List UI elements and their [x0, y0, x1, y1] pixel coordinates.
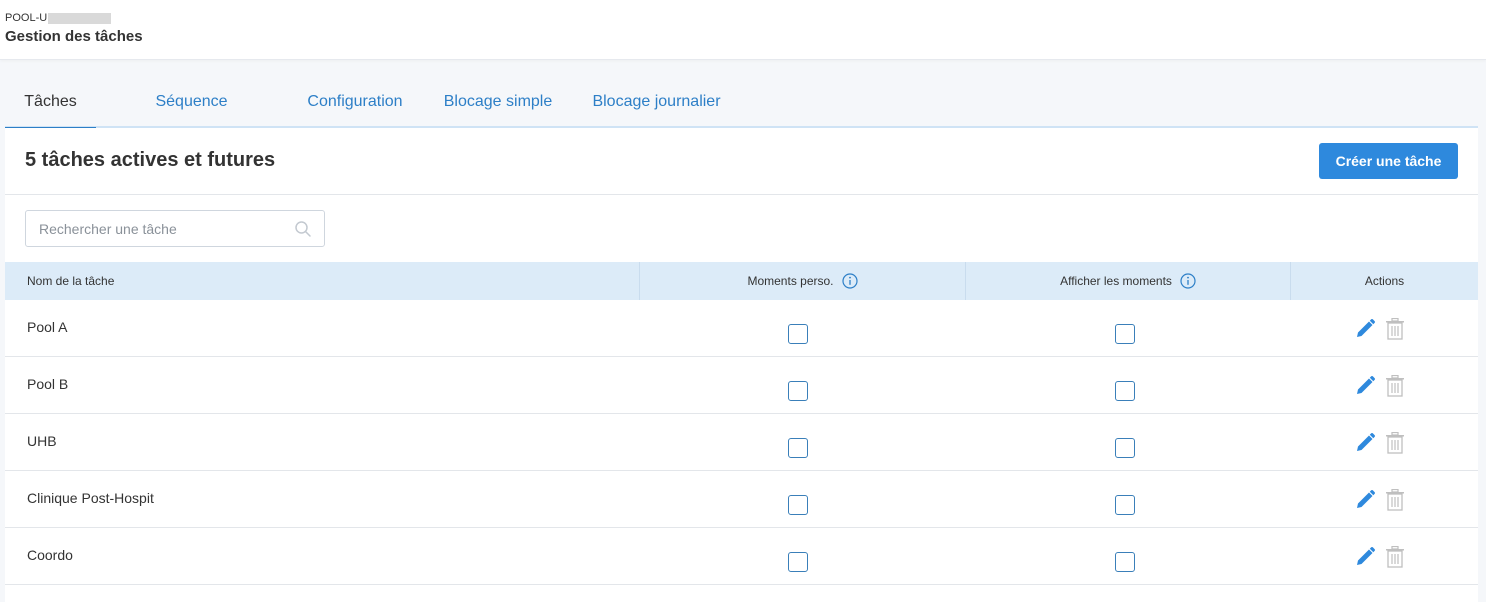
show-moments-checkbox[interactable] — [1115, 438, 1135, 458]
pencil-icon[interactable] — [1354, 432, 1376, 454]
custom-moments-checkbox[interactable] — [788, 552, 808, 572]
column-header-show-moments-label: Afficher les moments — [1060, 274, 1172, 288]
show-moments-checkbox[interactable] — [1115, 495, 1135, 515]
trash-icon[interactable] — [1385, 489, 1405, 511]
table-row: Clinique Post-Hospit — [5, 471, 1478, 528]
table-row: Pool B — [5, 357, 1478, 414]
search-box — [25, 210, 325, 247]
task-name: Pool A — [27, 319, 68, 335]
create-task-button[interactable]: Créer une tâche — [1319, 143, 1458, 179]
custom-moments-checkbox[interactable] — [788, 438, 808, 458]
trash-icon[interactable] — [1385, 546, 1405, 568]
breadcrumb-text: POOL-U — [5, 12, 48, 24]
task-name: Clinique Post-Hospit — [27, 490, 154, 506]
column-header-name: Nom de la tâche — [27, 274, 115, 288]
table-row: UHB — [5, 414, 1478, 471]
tab-bar: Tâches Séquence d'affichage Configuratio… — [5, 84, 1478, 146]
task-name: UHB — [27, 433, 57, 449]
tab-blocage-journalier[interactable]: Blocage journalier — [592, 84, 721, 128]
trash-icon[interactable] — [1385, 432, 1405, 454]
custom-moments-checkbox[interactable] — [788, 381, 808, 401]
show-moments-checkbox[interactable] — [1115, 324, 1135, 344]
custom-moments-checkbox[interactable] — [788, 495, 808, 515]
tasks-count-title: 5 tâches actives et futures — [25, 149, 276, 171]
page-title: Gestion des tâches — [5, 28, 143, 45]
trash-icon[interactable] — [1385, 318, 1405, 340]
tab-blocage-simple[interactable]: Blocage simple — [443, 84, 553, 128]
column-header-custom-moments-label: Moments perso. — [747, 274, 834, 288]
info-icon[interactable] — [1180, 273, 1196, 289]
column-header-actions: Actions — [1290, 262, 1478, 300]
pencil-icon[interactable] — [1354, 375, 1376, 397]
task-name: Coordo — [27, 547, 73, 563]
tab-configuration[interactable]: Configuration — [307, 84, 403, 128]
card-header: 5 tâches actives et futures Créer une tâ… — [5, 128, 1478, 195]
column-header-custom-moments: Moments perso. — [639, 262, 965, 300]
tab-sequence-affichage[interactable]: Séquence d'affichage — [116, 84, 267, 146]
search-input[interactable] — [26, 211, 286, 246]
pencil-icon[interactable] — [1354, 489, 1376, 511]
task-name: Pool B — [27, 376, 69, 392]
breadcrumb: POOL-U — [5, 12, 112, 24]
tab-taches[interactable]: Tâches — [5, 84, 96, 130]
trash-icon[interactable] — [1385, 375, 1405, 397]
show-moments-checkbox[interactable] — [1115, 552, 1135, 572]
table-header: Nom de la tâche Moments perso. Afficher … — [5, 262, 1478, 300]
info-icon[interactable] — [841, 273, 858, 289]
redacted-block — [48, 12, 112, 24]
search-icon[interactable] — [294, 220, 312, 238]
custom-moments-checkbox[interactable] — [788, 324, 808, 344]
column-header-show-moments: Afficher les moments — [965, 262, 1290, 300]
show-moments-checkbox[interactable] — [1115, 381, 1135, 401]
table-row: Pool A — [5, 300, 1478, 357]
pencil-icon[interactable] — [1354, 318, 1376, 340]
table-row: Coordo — [5, 528, 1478, 585]
tasks-card: 5 tâches actives et futures Créer une tâ… — [5, 128, 1478, 602]
pencil-icon[interactable] — [1354, 546, 1376, 568]
top-bar: POOL-U Gestion des tâches — [0, 0, 1486, 60]
